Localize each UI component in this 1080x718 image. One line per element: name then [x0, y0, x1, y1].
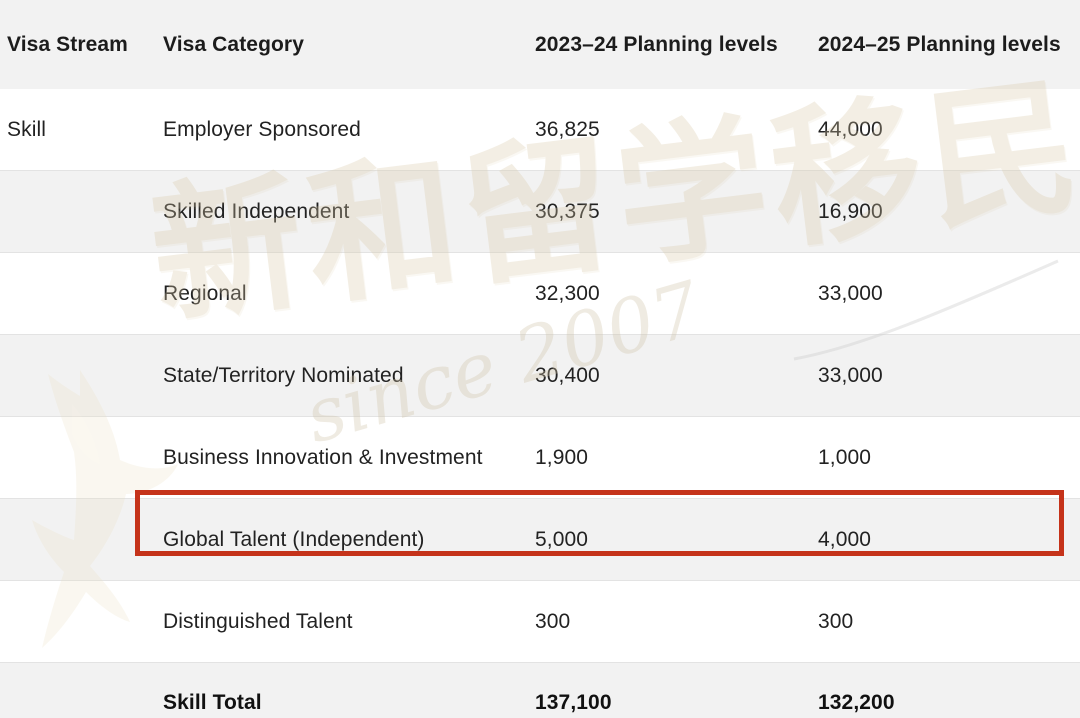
column-header-visa-stream: Visa Stream — [0, 0, 162, 89]
column-header-visa-category: Visa Category — [162, 0, 533, 89]
table-row: Global Talent (Independent)5,0004,000 — [0, 499, 1080, 581]
cell-2023-24-value: 30,400 — [533, 335, 816, 417]
cell-2023-24-value: 1,900 — [533, 417, 816, 499]
cell-visa-category: Distinguished Talent — [162, 581, 533, 663]
table-row: State/Territory Nominated30,40033,000 — [0, 335, 1080, 417]
cell-2024-25-value: 300 — [816, 581, 1080, 663]
cell-2024-25-value: 16,900 — [816, 171, 1080, 253]
cell-2024-25-value: 1,000 — [816, 417, 1080, 499]
cell-2024-25-value: 132,200 — [816, 663, 1080, 718]
cell-visa-stream — [0, 253, 162, 335]
cell-visa-stream — [0, 581, 162, 663]
cell-2024-25-value: 33,000 — [816, 253, 1080, 335]
table-body: SkillEmployer Sponsored36,82544,000Skill… — [0, 89, 1080, 718]
cell-2023-24-value: 32,300 — [533, 253, 816, 335]
table-row: Distinguished Talent300300 — [0, 581, 1080, 663]
cell-visa-stream — [0, 663, 162, 718]
cell-visa-stream — [0, 335, 162, 417]
cell-visa-category: Employer Sponsored — [162, 89, 533, 171]
table-row: Business Innovation & Investment1,9001,0… — [0, 417, 1080, 499]
cell-visa-stream — [0, 171, 162, 253]
table-header: Visa Stream Visa Category 2023–24 Planni… — [0, 0, 1080, 89]
cell-2023-24-value: 300 — [533, 581, 816, 663]
cell-2023-24-value: 5,000 — [533, 499, 816, 581]
planning-levels-table-root: 新和留学移民 since 2007 Visa Stream Visa Categ… — [0, 0, 1080, 718]
table-row: Regional32,30033,000 — [0, 253, 1080, 335]
table-row: Skill Total137,100132,200 — [0, 663, 1080, 718]
cell-2024-25-value: 33,000 — [816, 335, 1080, 417]
cell-2023-24-value: 30,375 — [533, 171, 816, 253]
table-row: Skilled Independent30,37516,900 — [0, 171, 1080, 253]
visa-planning-levels-table: Visa Stream Visa Category 2023–24 Planni… — [0, 0, 1080, 718]
cell-visa-category: Business Innovation & Investment — [162, 417, 533, 499]
column-header-2023-24: 2023–24 Planning levels — [533, 0, 816, 89]
cell-visa-category: State/Territory Nominated — [162, 335, 533, 417]
cell-visa-category: Global Talent (Independent) — [162, 499, 533, 581]
table-header-row: Visa Stream Visa Category 2023–24 Planni… — [0, 0, 1080, 89]
cell-2023-24-value: 137,100 — [533, 663, 816, 718]
cell-visa-stream — [0, 499, 162, 581]
cell-visa-stream: Skill — [0, 89, 162, 171]
cell-2024-25-value: 4,000 — [816, 499, 1080, 581]
cell-visa-category: Skilled Independent — [162, 171, 533, 253]
cell-visa-category: Regional — [162, 253, 533, 335]
cell-2024-25-value: 44,000 — [816, 89, 1080, 171]
cell-visa-category: Skill Total — [162, 663, 533, 718]
cell-visa-stream — [0, 417, 162, 499]
cell-2023-24-value: 36,825 — [533, 89, 816, 171]
column-header-2024-25: 2024–25 Planning levels — [816, 0, 1080, 89]
table-row: SkillEmployer Sponsored36,82544,000 — [0, 89, 1080, 171]
